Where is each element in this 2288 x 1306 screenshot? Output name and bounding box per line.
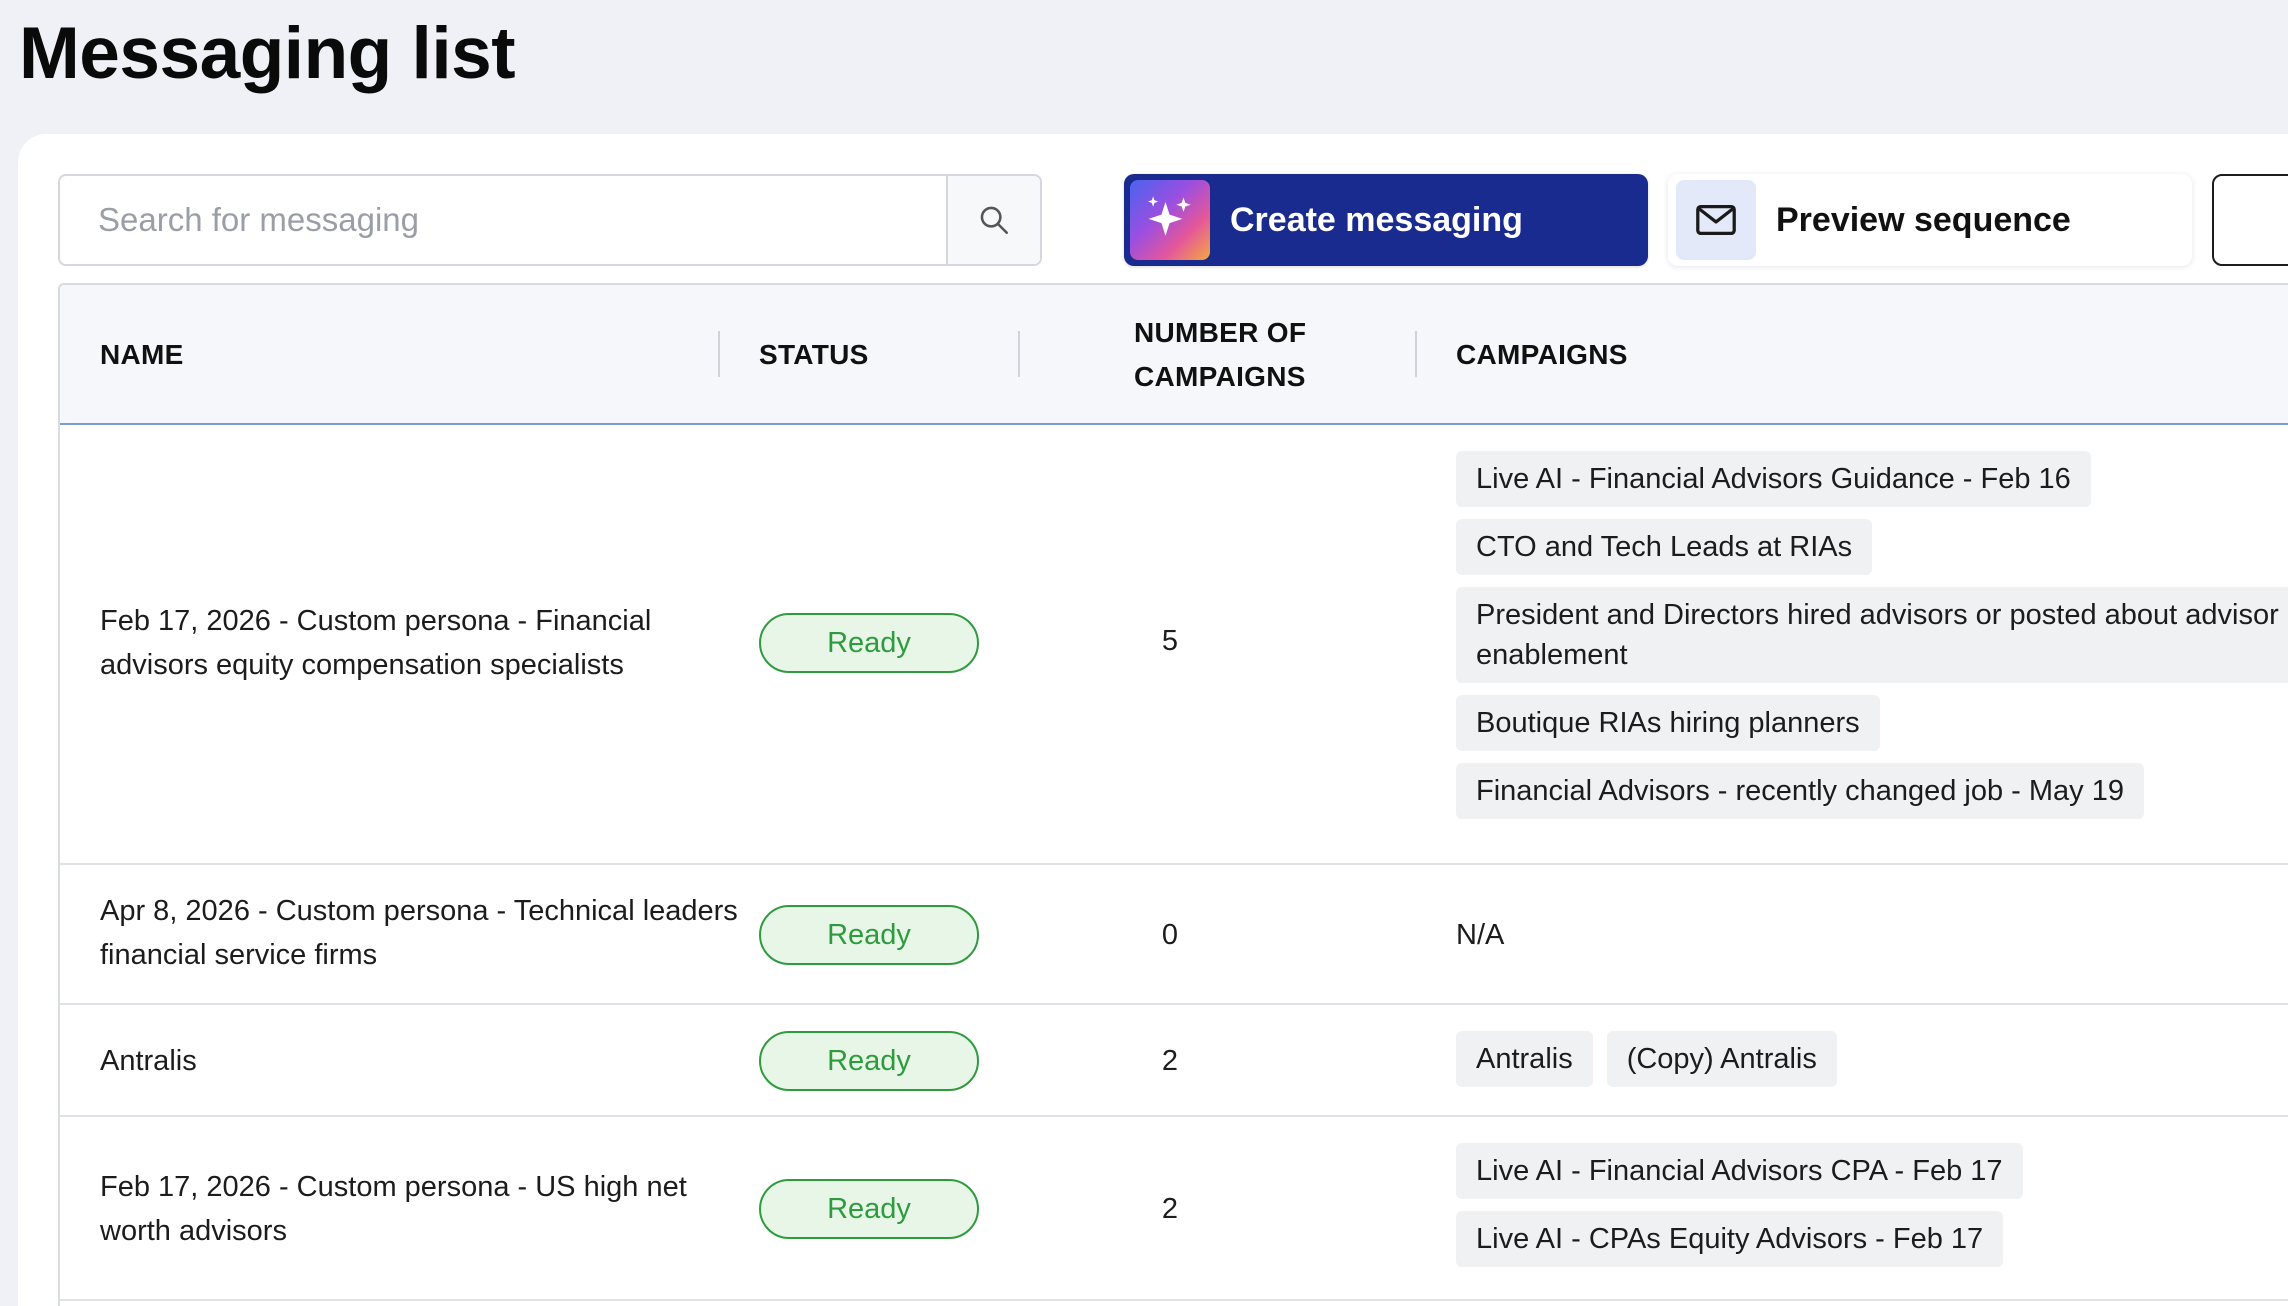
campaign-list: Antralis (Copy) Antralis xyxy=(1456,1031,2288,1087)
campaign-chip[interactable]: Live AI - Financial Advisors CPA - Feb 1… xyxy=(1456,1143,2023,1199)
envelope-icon xyxy=(1676,180,1756,260)
status-badge: Ready xyxy=(759,613,979,673)
row-name[interactable]: Antralis xyxy=(100,1039,740,1083)
campaign-chip[interactable]: President and Directors hired advisors o… xyxy=(1456,587,2288,683)
header-count-line1: NUMBER OF xyxy=(1134,317,1307,348)
more-button[interactable] xyxy=(2212,174,2288,266)
page-title: Messaging list xyxy=(19,13,516,94)
campaign-list: Live AI - Financial Advisors Guidance - … xyxy=(1456,451,2288,819)
header-count-line2: CAMPAIGNS xyxy=(1134,361,1306,392)
campaign-chip[interactable]: Live AI - CPAs Equity Advisors - Feb 17 xyxy=(1456,1211,2004,1267)
status-badge: Ready xyxy=(759,1031,979,1091)
campaign-list: N/A xyxy=(1456,919,2288,952)
preview-sequence-button[interactable]: Preview sequence xyxy=(1668,174,2192,266)
column-divider xyxy=(1415,331,1417,377)
row-name[interactable]: Feb 17, 2026 - Custom persona - Financia… xyxy=(100,599,740,687)
campaign-chip[interactable]: Financial Advisors - recently changed jo… xyxy=(1456,763,2144,819)
campaign-count: 5 xyxy=(1161,625,1179,657)
create-messaging-button[interactable]: Create messaging xyxy=(1124,174,1648,266)
header-status[interactable]: STATUS xyxy=(759,333,869,377)
campaign-chip[interactable]: CTO and Tech Leads at RIAs xyxy=(1456,519,1873,575)
search-icon xyxy=(980,206,1009,235)
status-badge: Ready xyxy=(759,1179,979,1239)
table-row[interactable]: Feb 17, 2026 - Custom persona - US high … xyxy=(60,1117,2288,1301)
table-header: NAME STATUS NUMBER OF CAMPAIGNS CAMPAIGN… xyxy=(60,285,2288,425)
table-row[interactable]: Antralis Ready 2 Antralis (Copy) Antrali… xyxy=(60,1005,2288,1117)
column-divider xyxy=(718,331,720,377)
messaging-table: NAME STATUS NUMBER OF CAMPAIGNS CAMPAIGN… xyxy=(58,283,2288,1306)
create-messaging-label: Create messaging xyxy=(1230,200,1523,239)
campaign-count: 0 xyxy=(1161,919,1179,951)
campaign-chip[interactable]: (Copy) Antralis xyxy=(1606,1031,1837,1087)
search-button[interactable] xyxy=(946,176,1040,264)
campaign-chip[interactable]: Antralis xyxy=(1456,1031,1593,1087)
row-name[interactable]: Apr 8, 2026 - Custom persona - Technical… xyxy=(100,889,740,977)
campaign-list: Live AI - Financial Advisors CPA - Feb 1… xyxy=(1456,1143,2288,1267)
column-divider xyxy=(1018,331,1020,377)
row-name[interactable]: Feb 17, 2026 - Custom persona - US high … xyxy=(100,1165,740,1253)
header-name[interactable]: NAME xyxy=(100,333,184,377)
search-input[interactable] xyxy=(60,176,946,264)
preview-sequence-label: Preview sequence xyxy=(1776,200,2071,239)
campaign-chip[interactable]: Live AI - Financial Advisors Guidance - … xyxy=(1456,451,2091,507)
header-campaigns[interactable]: CAMPAIGNS xyxy=(1456,333,1628,377)
status-badge: Ready xyxy=(759,905,979,965)
table-row[interactable]: Feb 17, 2026 - Custom persona - Financia… xyxy=(60,425,2288,865)
search-box xyxy=(58,174,1042,266)
campaign-chip[interactable]: Boutique RIAs hiring planners xyxy=(1456,695,1880,751)
table-row[interactable]: Apr 8, 2026 - Custom persona - Technical… xyxy=(60,865,2288,1005)
campaign-count: 2 xyxy=(1161,1045,1179,1077)
campaign-count: 2 xyxy=(1161,1193,1179,1225)
campaigns-empty: N/A xyxy=(1456,919,1505,951)
sparkle-icon xyxy=(1130,180,1210,260)
